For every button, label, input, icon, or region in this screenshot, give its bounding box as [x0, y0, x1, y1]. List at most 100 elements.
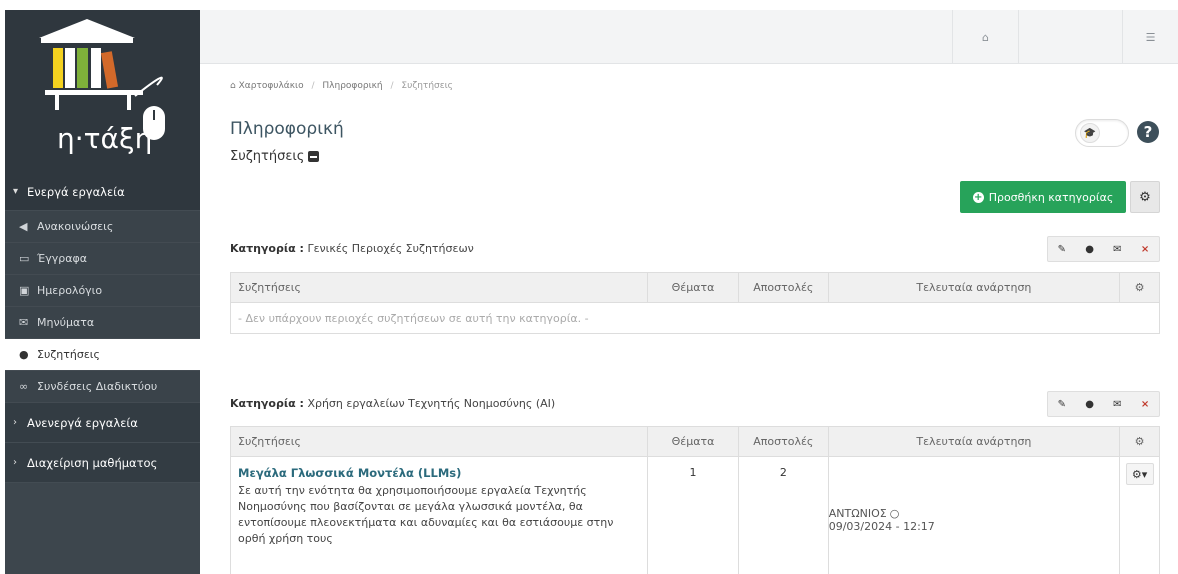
table-row: Μεγάλα Γλωσσικά Μοντέλα (LLMs) Σε αυτή τ…	[231, 457, 1159, 574]
comments-icon: ●	[19, 348, 29, 361]
sidebar: η·τάξη ▾ Ενεργά εργαλεία ◀ Ανακοινώσεις …	[5, 10, 200, 574]
category-actions: ✎ ● ✉ ×	[1047, 236, 1160, 262]
active-tools-header[interactable]: ▾ Ενεργά εργαλεία	[5, 173, 200, 211]
active-tools-label: Ενεργά εργαλεία	[27, 184, 125, 199]
active-tools-list: ◀ Ανακοινώσεις ▭ Έγγραφα ▣ Ημερολόγιο ✉ …	[5, 211, 200, 403]
forum-cell: Μεγάλα Γλωσσικά Μοντέλα (LLMs) Σε αυτή τ…	[231, 457, 649, 574]
header-topics: Θέματα	[648, 273, 739, 302]
table-header: Συζητήσεις Θέματα Αποστολές Τελευταία αν…	[231, 427, 1159, 457]
chevron-right-icon: ›	[13, 417, 17, 428]
sidebar-nav: ▾ Ενεργά εργαλεία ◀ Ανακοινώσεις ▭ Έγγρα…	[5, 173, 200, 483]
course-admin-label: Διαχείριση μαθήματος	[27, 455, 158, 470]
calendar-icon: ▣	[19, 284, 30, 297]
sliders-icon: ☰	[1145, 30, 1156, 44]
forum-description: Σε αυτή την ενότητα θα χρησιμοποιήσουμε …	[238, 484, 614, 545]
table-header: Συζητήσεις Θέματα Αποστολές Τελευταία αν…	[231, 273, 1159, 303]
subtitle-text: Συζητήσεις	[230, 149, 305, 164]
gear-icon: ⚙	[1139, 189, 1151, 205]
logo-text: η·τάξη	[57, 122, 153, 155]
settings-button[interactable]: ☰	[1122, 10, 1178, 64]
help-icon[interactable]: ?	[1137, 121, 1159, 143]
breadcrumb-separator: /	[390, 81, 394, 91]
header-posts: Αποστολές	[739, 427, 829, 456]
sidebar-item-label: Ανακοινώσεις	[37, 220, 114, 233]
category-name: Χρήση εργαλείων Τεχνητής Νοημοσύνης (AI)	[307, 397, 556, 410]
add-category-label: Προσθήκη κατηγορίας	[988, 190, 1114, 204]
add-forum-icon[interactable]: ●	[1076, 392, 1104, 416]
row-actions-cell: ⚙▾	[1120, 457, 1159, 574]
home-icon: ⌂	[982, 30, 989, 44]
last-post-cell: ΑΝΤΩΝΙΟΣ ○ 09/03/2024 - 12:17	[829, 457, 1121, 574]
page-title: Πληροφορική	[230, 119, 344, 139]
sidebar-item-label: Συζητήσεις	[37, 348, 100, 361]
megaphone-icon: ◀	[19, 220, 28, 233]
category-actions: ✎ ● ✉ ×	[1047, 391, 1160, 417]
top-bar: ⌂ ☰	[200, 10, 1178, 64]
gears-icon: ⚙	[1134, 281, 1145, 294]
category-label: Κατηγορία :	[230, 242, 304, 255]
course-admin-header[interactable]: › Διαχείριση μαθήματος	[5, 443, 200, 483]
breadcrumb-current: Συζητήσεις	[401, 81, 453, 91]
posts-count: 2	[739, 457, 829, 574]
breadcrumb-separator: /	[311, 81, 315, 91]
forums-table: Συζητήσεις Θέματα Αποστολές Τελευταία αν…	[230, 272, 1160, 334]
topics-count: 1	[648, 457, 739, 574]
student-view-toggle[interactable]: 🎓	[1075, 119, 1129, 147]
sidebar-item-label: Ημερολόγιο	[37, 284, 103, 297]
header-topics: Θέματα	[648, 427, 739, 456]
sidebar-item-links[interactable]: ∞ Συνδέσεις Διαδικτύου	[5, 371, 200, 403]
last-post-author: ΑΝΤΩΝΙΟΣ ○	[829, 507, 900, 520]
collapse-icon[interactable]	[308, 151, 320, 162]
sidebar-item-messages[interactable]: ✉ Μηνύματα	[5, 307, 200, 339]
forums-table: Συζητήσεις Θέματα Αποστολές Τελευταία αν…	[230, 426, 1160, 574]
chevron-right-icon: ›	[13, 457, 17, 468]
category-label: Κατηγορία :	[230, 397, 304, 410]
delete-icon[interactable]: ×	[1131, 392, 1159, 416]
inactive-tools-header[interactable]: › Ανενεργά εργαλεία	[5, 403, 200, 443]
envelope-icon[interactable]: ✉	[1104, 392, 1132, 416]
home-button[interactable]: ⌂	[952, 10, 1018, 64]
header-last-post: Τελευταία ανάρτηση	[829, 273, 1121, 302]
edit-icon[interactable]: ✎	[1048, 237, 1076, 261]
author-name: ΑΝΤΩΝΙΟΣ	[828, 507, 887, 520]
main-content: ⌂ Χαρτοφυλάκιο / Πληροφορική / Συζητήσει…	[200, 64, 1178, 574]
envelope-icon[interactable]: ✉	[1104, 237, 1132, 261]
inactive-tools-label: Ανενεργά εργαλεία	[27, 415, 138, 430]
add-category-button[interactable]: + Προσθήκη κατηγορίας	[960, 181, 1126, 213]
folder-icon: ▭	[19, 252, 30, 265]
category-title: Κατηγορία : Χρήση εργαλείων Τεχνητής Νοη…	[230, 397, 555, 410]
edit-icon[interactable]: ✎	[1048, 392, 1076, 416]
header-posts: Αποστολές	[739, 273, 829, 302]
header-forums: Συζητήσεις	[231, 273, 649, 302]
topbar-empty-cell	[1018, 10, 1122, 64]
breadcrumb-home[interactable]: Χαρτοφυλάκιο	[239, 81, 304, 91]
comment-icon[interactable]: ○	[890, 507, 900, 520]
home-icon: ⌂	[230, 81, 236, 91]
breadcrumb-course[interactable]: Πληροφορική	[322, 81, 382, 91]
link-icon: ∞	[19, 380, 29, 393]
graduation-cap-icon: 🎓	[1080, 123, 1100, 143]
sidebar-item-calendar[interactable]: ▣ Ημερολόγιο	[5, 275, 200, 307]
sidebar-item-label: Μηνύματα	[37, 316, 95, 329]
settings-gear-button[interactable]: ⚙	[1130, 181, 1160, 213]
category-name: Γενικές Περιοχές Συζητήσεων	[307, 242, 474, 255]
sidebar-item-documents[interactable]: ▭ Έγγραφα	[5, 243, 200, 275]
header-forums: Συζητήσεις	[231, 427, 649, 456]
gears-icon: ⚙	[1134, 435, 1145, 448]
envelope-icon: ✉	[19, 316, 29, 329]
delete-icon[interactable]: ×	[1131, 237, 1159, 261]
header-last-post: Τελευταία ανάρτηση	[829, 427, 1121, 456]
plus-circle-icon: +	[972, 191, 984, 203]
logo[interactable]: η·τάξη	[5, 10, 200, 173]
sidebar-item-forums[interactable]: ● Συζητήσεις	[5, 339, 200, 371]
header-actions: ⚙	[1120, 273, 1159, 302]
add-forum-icon[interactable]: ●	[1076, 237, 1104, 261]
sidebar-item-announcements[interactable]: ◀ Ανακοινώσεις	[5, 211, 200, 243]
page-subtitle: Συζητήσεις	[230, 149, 320, 164]
header-actions: ⚙	[1120, 427, 1159, 456]
empty-message: - Δεν υπάρχουν περιοχές συζητήσεων σε αυ…	[238, 311, 589, 325]
row-gear-dropdown[interactable]: ⚙▾	[1125, 463, 1154, 485]
sidebar-item-label: Έγγραφα	[37, 252, 87, 265]
forum-link[interactable]: Μεγάλα Γλωσσικά Μοντέλα (LLMs)	[238, 466, 461, 480]
chevron-down-icon: ▾	[13, 186, 19, 197]
